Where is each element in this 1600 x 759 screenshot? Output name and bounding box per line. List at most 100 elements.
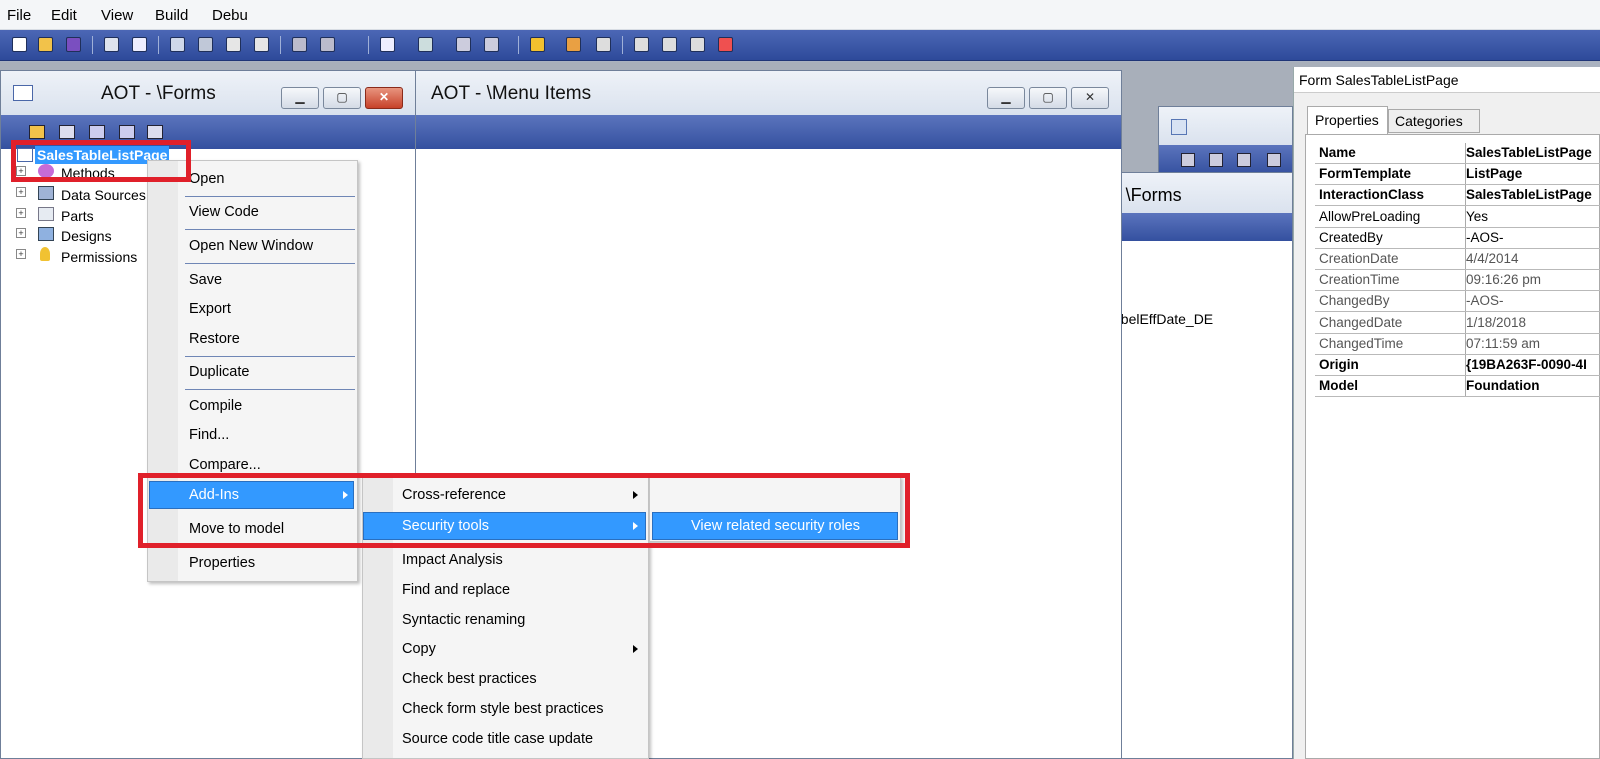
menu-item-duplicate[interactable]: Duplicate bbox=[189, 364, 249, 380]
property-row[interactable]: Origin {19BA263F-0090-4I bbox=[1315, 355, 1600, 376]
trace-icon[interactable] bbox=[634, 37, 649, 52]
project-icon[interactable] bbox=[380, 37, 395, 52]
property-row[interactable]: FormTemplate ListPage bbox=[1315, 164, 1600, 186]
property-value[interactable]: SalesTableListPage bbox=[1466, 145, 1592, 160]
open-folder-icon[interactable] bbox=[38, 37, 53, 52]
expand-icon[interactable]: + bbox=[16, 249, 26, 259]
tree-item-fragment[interactable]: abelEffDate_DE bbox=[1113, 311, 1213, 327]
property-value[interactable]: Yes bbox=[1466, 209, 1488, 224]
menu-item-open[interactable]: Open bbox=[189, 171, 224, 187]
property-row[interactable]: AllowPreLoading Yes bbox=[1315, 207, 1600, 228]
menu-item-cross-reference[interactable]: Cross-reference bbox=[402, 487, 506, 503]
expand-icon[interactable]: + bbox=[16, 228, 26, 238]
menu-file[interactable]: File bbox=[7, 7, 31, 24]
property-value[interactable]: SalesTableListPage bbox=[1466, 187, 1592, 202]
maximize-button[interactable]: ▢ bbox=[1029, 87, 1067, 109]
filter-icon[interactable] bbox=[119, 125, 135, 139]
property-row[interactable]: ChangedBy -AOS- bbox=[1315, 291, 1600, 313]
property-value[interactable]: 4/4/2014 bbox=[1466, 251, 1519, 266]
property-row[interactable]: Name SalesTableListPage bbox=[1315, 143, 1600, 164]
menu-item-check-form-style[interactable]: Check form style best practices bbox=[402, 701, 603, 717]
breakpoint-list-icon[interactable] bbox=[596, 37, 611, 52]
menu-item-export[interactable]: Export bbox=[189, 301, 231, 317]
close-button[interactable]: ✕ bbox=[365, 87, 403, 109]
filter-icon[interactable] bbox=[1267, 153, 1281, 167]
menu-item-check-best-practices[interactable]: Check best practices bbox=[402, 671, 537, 687]
paste-icon[interactable] bbox=[254, 37, 269, 52]
tab-categories[interactable]: Categories bbox=[1388, 109, 1480, 133]
property-value[interactable]: 09:16:26 pm bbox=[1466, 272, 1541, 287]
compile-icon[interactable] bbox=[418, 37, 433, 52]
menu-item-open-new-window[interactable]: Open New Window bbox=[189, 238, 313, 254]
property-row[interactable]: ChangedTime 07:11:59 am bbox=[1315, 334, 1600, 355]
menu-debug[interactable]: Debu bbox=[212, 7, 248, 24]
properties-icon[interactable] bbox=[170, 37, 185, 52]
properties-icon[interactable] bbox=[1209, 153, 1223, 167]
menu-edit[interactable]: Edit bbox=[51, 7, 77, 24]
menu-item-save[interactable]: Save bbox=[189, 272, 222, 288]
property-row[interactable]: CreatedBy -AOS- bbox=[1315, 228, 1600, 249]
debug-icon[interactable] bbox=[566, 37, 581, 52]
maximize-button[interactable]: ▢ bbox=[323, 87, 361, 109]
menu-item-restore[interactable]: Restore bbox=[189, 331, 240, 347]
tree-node-methods[interactable]: Methods bbox=[61, 165, 115, 181]
menu-build[interactable]: Build bbox=[155, 7, 188, 24]
tab-properties[interactable]: Properties bbox=[1307, 106, 1388, 134]
property-row[interactable]: Model Foundation bbox=[1315, 376, 1600, 398]
properties-icon[interactable] bbox=[59, 125, 75, 139]
expand-icon[interactable]: + bbox=[16, 187, 26, 197]
layer-icon[interactable] bbox=[690, 37, 705, 52]
tree-node-permissions[interactable]: Permissions bbox=[61, 249, 137, 265]
menu-item-view-related-security-roles[interactable]: View related security roles bbox=[691, 518, 860, 534]
menu-item-security-tools[interactable]: Security tools bbox=[402, 518, 489, 534]
find-next-icon[interactable] bbox=[320, 37, 335, 52]
property-value[interactable]: -AOS- bbox=[1466, 230, 1504, 245]
expand-icon[interactable]: + bbox=[16, 208, 26, 218]
property-value[interactable]: {19BA263F-0090-4I bbox=[1466, 357, 1587, 372]
print-preview-icon[interactable] bbox=[132, 37, 147, 52]
menu-item-impact-analysis[interactable]: Impact Analysis bbox=[402, 552, 503, 568]
menu-item-compile[interactable]: Compile bbox=[189, 398, 242, 414]
open-icon[interactable] bbox=[1181, 153, 1195, 167]
filter-icon[interactable] bbox=[456, 37, 471, 52]
tree-node-designs[interactable]: Designs bbox=[61, 228, 112, 244]
menu-item-find-and-replace[interactable]: Find and replace bbox=[402, 582, 510, 598]
compile-icon[interactable] bbox=[89, 125, 105, 139]
print-icon[interactable] bbox=[104, 37, 119, 52]
property-value[interactable]: ListPage bbox=[1466, 166, 1522, 181]
property-row[interactable]: InteractionClass SalesTableListPage bbox=[1315, 185, 1600, 207]
property-value[interactable]: Foundation bbox=[1466, 378, 1539, 393]
property-row[interactable]: ChangedDate 1/18/2018 bbox=[1315, 313, 1600, 334]
checklist-icon[interactable] bbox=[718, 37, 733, 52]
menu-item-compare[interactable]: Compare... bbox=[189, 457, 261, 473]
layer-icon[interactable] bbox=[147, 125, 163, 139]
menu-item-syntactic-renaming[interactable]: Syntactic renaming bbox=[402, 612, 525, 628]
menu-item-add-ins[interactable]: Add-Ins bbox=[189, 487, 239, 503]
new-icon[interactable] bbox=[12, 37, 27, 52]
sort-icon[interactable] bbox=[484, 37, 499, 52]
tree-node-data-sources[interactable]: Data Sources bbox=[61, 187, 146, 203]
menu-item-move-to-model[interactable]: Move to model bbox=[189, 521, 284, 537]
compile-icon[interactable] bbox=[1237, 153, 1251, 167]
cut-icon[interactable] bbox=[198, 37, 213, 52]
menu-item-copy[interactable]: Copy bbox=[402, 641, 436, 657]
copy-icon[interactable] bbox=[226, 37, 241, 52]
open-folder-icon[interactable] bbox=[29, 125, 45, 139]
menu-item-properties[interactable]: Properties bbox=[189, 555, 255, 571]
menu-view[interactable]: View bbox=[101, 7, 133, 24]
menu-item-view-code[interactable]: View Code bbox=[189, 204, 259, 220]
trace-stop-icon[interactable] bbox=[662, 37, 677, 52]
expand-icon[interactable]: + bbox=[16, 166, 26, 176]
menu-item-find[interactable]: Find... bbox=[189, 427, 229, 443]
property-value[interactable]: 07:11:59 am bbox=[1466, 336, 1540, 351]
minimize-button[interactable]: ▁ bbox=[987, 87, 1025, 109]
property-value[interactable]: -AOS- bbox=[1466, 293, 1504, 308]
property-value[interactable]: 1/18/2018 bbox=[1466, 315, 1526, 330]
tree-node-parts[interactable]: Parts bbox=[61, 208, 94, 224]
minimize-button[interactable]: ▁ bbox=[281, 87, 319, 109]
property-row[interactable]: CreationTime 09:16:26 pm bbox=[1315, 270, 1600, 292]
save-icon[interactable] bbox=[66, 37, 81, 52]
property-row[interactable]: CreationDate 4/4/2014 bbox=[1315, 249, 1600, 270]
menu-item-source-code-title-case[interactable]: Source code title case update bbox=[402, 731, 593, 747]
warning-icon[interactable] bbox=[530, 37, 545, 52]
